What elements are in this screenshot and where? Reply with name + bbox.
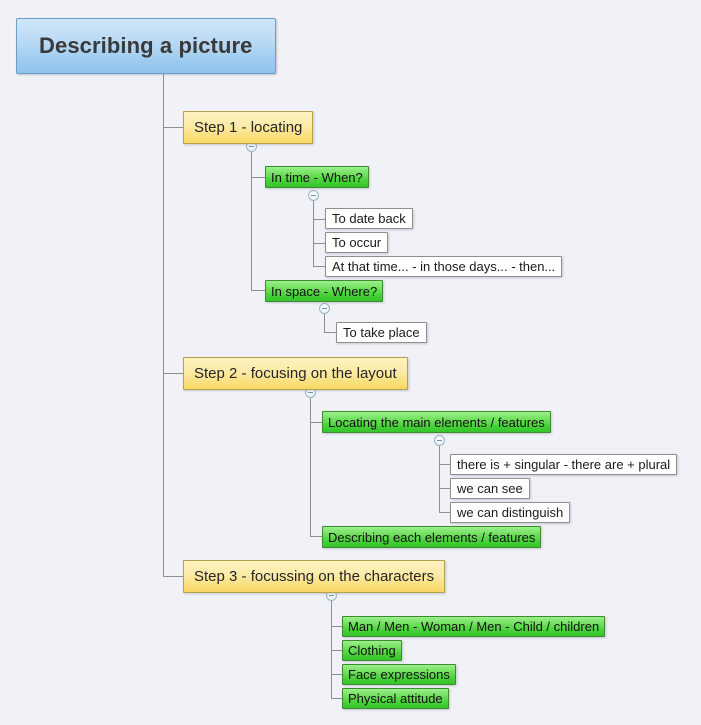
connector-step3-to-child2 (331, 650, 342, 651)
leaf-node-to-occur[interactable]: To occur (325, 232, 389, 253)
root-node-describing-a-picture[interactable]: Describing a picture (16, 18, 276, 74)
connector-root-to-step2 (163, 373, 183, 374)
connector-intime-to-leaf1 (313, 219, 325, 220)
connector-root-trunk (163, 74, 164, 577)
connector-step1-to-intime (251, 177, 265, 178)
branch-node-step-1[interactable]: Step 1 - locating (183, 111, 314, 144)
connector-intime-to-leaf3 (313, 266, 325, 267)
collapse-minus-icon-locating[interactable] (434, 435, 445, 446)
leaf-node-we-can-distinguish[interactable]: we can distinguish (450, 502, 571, 523)
subnode-in-time-when[interactable]: In time - When? (265, 166, 369, 188)
connector-step2-to-locating (310, 422, 322, 423)
subnode-clothing[interactable]: Clothing (342, 640, 402, 661)
subnode-describing-each-elements[interactable]: Describing each elements / features (322, 526, 542, 548)
leaf-node-label: there is + singular - there are + plural (457, 457, 671, 472)
subnode-label: Clothing (348, 643, 396, 658)
connector-locating-to-leaf1 (439, 464, 450, 465)
leaf-node-to-date-back[interactable]: To date back (325, 208, 413, 229)
leaf-node-label: To take place (343, 325, 420, 340)
leaf-node-label: we can see (457, 481, 523, 496)
connector-step3-to-child3 (331, 674, 342, 675)
connector-step2-trunk (310, 392, 311, 536)
connector-inspace-to-leaf1 (324, 332, 336, 333)
branch-node-step-2[interactable]: Step 2 - focusing on the layout (183, 357, 408, 390)
subnode-man-men-woman-child[interactable]: Man / Men - Woman / Men - Child / childr… (342, 616, 606, 637)
subnode-label: Locating the main elements / features (328, 414, 545, 430)
connector-step3-trunk (331, 595, 332, 698)
subnode-label: In space - Where? (271, 283, 378, 299)
connector-locating-trunk (439, 440, 440, 513)
collapse-minus-icon-inspace[interactable] (319, 303, 330, 314)
branch-node-label: Step 1 - locating (194, 119, 303, 136)
leaf-node-we-can-see[interactable]: we can see (450, 478, 530, 499)
connector-step2-to-describing (310, 536, 322, 537)
subnode-face-expressions[interactable]: Face expressions (342, 664, 456, 685)
leaf-node-label: To occur (332, 235, 382, 250)
connector-intime-trunk (313, 195, 314, 266)
subnode-label: Physical attitude (348, 691, 443, 706)
connector-step3-to-child4 (331, 698, 342, 699)
branch-node-step-3[interactable]: Step 3 - focussing on the characters (183, 560, 446, 593)
subnode-label: Describing each elements / features (328, 529, 536, 545)
root-node-label: Describing a picture (39, 33, 253, 58)
leaf-node-label: we can distinguish (457, 505, 564, 520)
connector-intime-to-leaf2 (313, 243, 325, 244)
connector-locating-to-leaf2 (439, 488, 450, 489)
leaf-node-at-that-time[interactable]: At that time... - in those days... - the… (325, 256, 563, 277)
leaf-node-label: At that time... - in those days... - the… (332, 259, 556, 274)
subnode-locating-main-elements[interactable]: Locating the main elements / features (322, 411, 551, 433)
leaf-node-to-take-place[interactable]: To take place (336, 322, 427, 343)
subnode-label: In time - When? (271, 169, 363, 185)
branch-node-label: Step 3 - focussing on the characters (194, 568, 435, 585)
leaf-node-there-is-singular[interactable]: there is + singular - there are + plural (450, 454, 678, 475)
subnode-physical-attitude[interactable]: Physical attitude (342, 688, 449, 709)
connector-step3-to-child1 (331, 626, 342, 627)
subnode-label: Face expressions (348, 667, 450, 682)
connector-step1-trunk (251, 146, 252, 291)
branch-node-label: Step 2 - focusing on the layout (194, 365, 397, 382)
subnode-label: Man / Men - Woman / Men - Child / childr… (348, 619, 600, 634)
leaf-node-label: To date back (332, 211, 406, 226)
connector-root-to-step3 (163, 576, 183, 577)
connector-step1-to-inspace (251, 290, 265, 291)
connector-locating-to-leaf3 (439, 512, 450, 513)
connector-root-to-step1 (163, 127, 183, 128)
collapse-minus-icon-intime[interactable] (308, 190, 319, 201)
subnode-in-space-where[interactable]: In space - Where? (265, 280, 384, 302)
mindmap-canvas: Describing a picture Step 1 - locating I… (0, 0, 701, 725)
